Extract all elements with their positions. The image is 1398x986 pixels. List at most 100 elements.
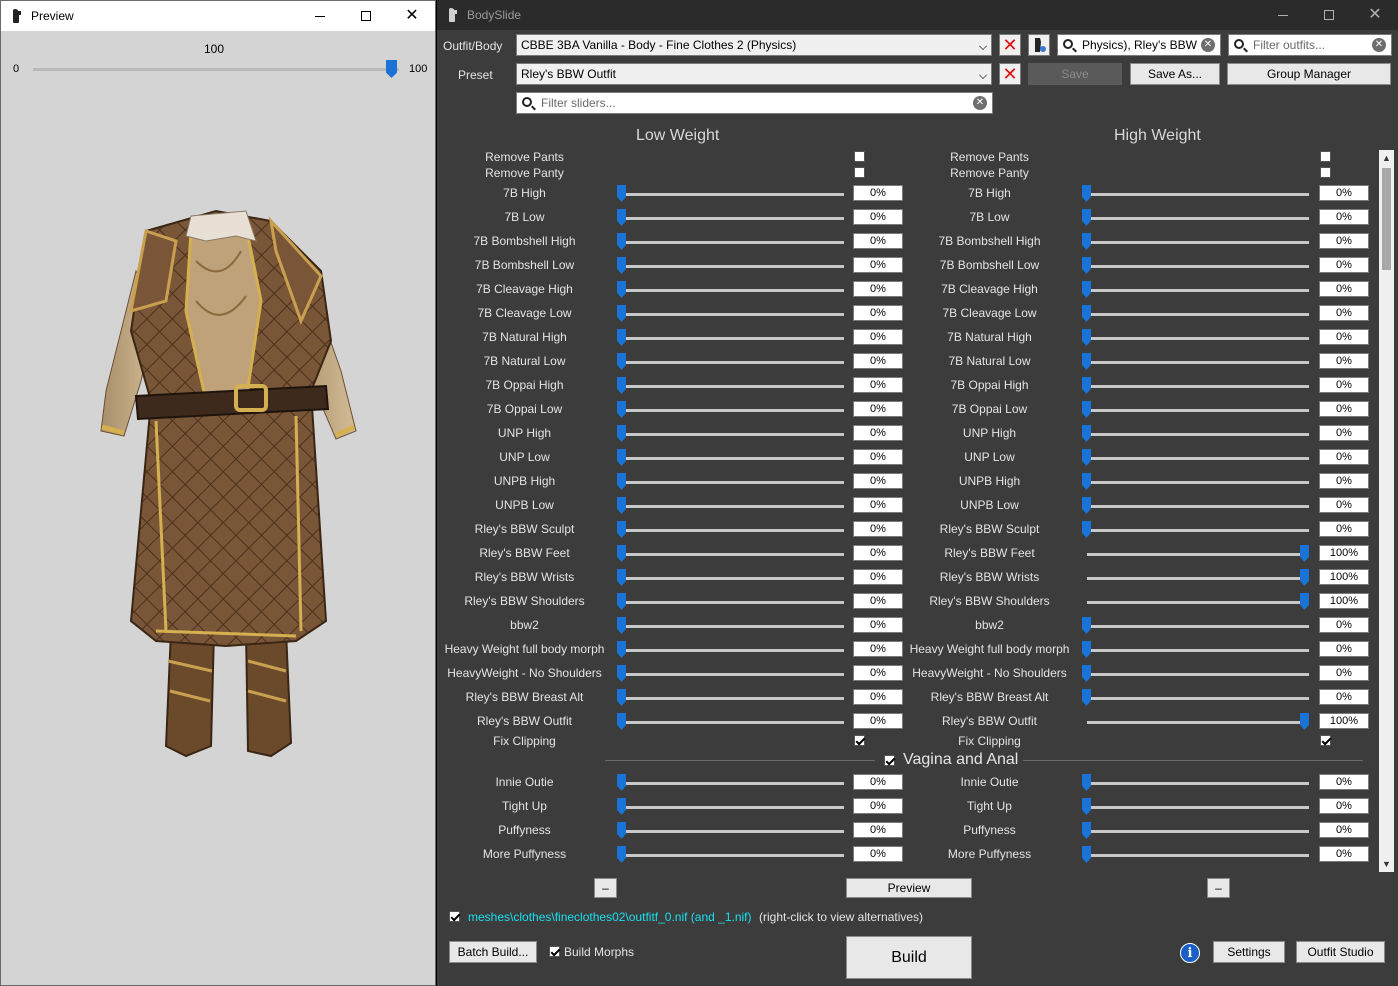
high-weight-slider-track[interactable] xyxy=(1087,782,1309,785)
high-weight-slider-track[interactable] xyxy=(1087,553,1309,556)
low-weight-slider-thumb[interactable] xyxy=(617,774,626,791)
high-weight-value[interactable]: 0% xyxy=(1319,257,1369,273)
low-weight-value[interactable]: 0% xyxy=(853,521,903,537)
high-weight-value[interactable]: 0% xyxy=(1319,425,1369,441)
high-weight-slider-track[interactable] xyxy=(1087,601,1309,604)
high-weight-slider-track[interactable] xyxy=(1087,265,1309,268)
high-weight-slider-track[interactable] xyxy=(1087,385,1309,388)
high-weight-value[interactable]: 0% xyxy=(1319,305,1369,321)
low-weight-value[interactable]: 0% xyxy=(853,665,903,681)
high-weight-slider-thumb[interactable] xyxy=(1300,713,1309,730)
high-weight-slider-thumb[interactable] xyxy=(1082,846,1091,863)
low-weight-value[interactable]: 0% xyxy=(853,822,903,838)
delete-preset-button[interactable]: ✕ xyxy=(999,63,1021,85)
low-weight-slider-thumb[interactable] xyxy=(617,473,626,490)
high-weight-value[interactable]: 0% xyxy=(1319,497,1369,513)
low-weight-slider-thumb[interactable] xyxy=(617,497,626,514)
high-weight-slider-thumb[interactable] xyxy=(1082,822,1091,839)
low-weight-slider-thumb[interactable] xyxy=(617,822,626,839)
low-weight-slider-thumb[interactable] xyxy=(617,569,626,586)
low-weight-slider-thumb[interactable] xyxy=(617,665,626,682)
close-button[interactable]: ✕ xyxy=(389,1,435,31)
output-path[interactable]: meshes\clothes\fineclothes02\outfitf_0.n… xyxy=(468,910,752,924)
high-weight-value[interactable]: 0% xyxy=(1319,281,1369,297)
low-weight-value[interactable]: 0% xyxy=(853,846,903,862)
low-weight-value[interactable]: 0% xyxy=(853,617,903,633)
low-weight-slider-thumb[interactable] xyxy=(617,329,626,346)
high-weight-slider-track[interactable] xyxy=(1087,721,1309,724)
high-weight-slider-track[interactable] xyxy=(1087,241,1309,244)
low-weight-slider-thumb[interactable] xyxy=(617,377,626,394)
slider-filter-input[interactable]: Filter sliders... ✕ xyxy=(516,92,993,114)
weight-slider-thumb[interactable] xyxy=(386,60,397,78)
high-weight-slider-thumb[interactable] xyxy=(1082,449,1091,466)
high-weight-slider-track[interactable] xyxy=(1087,649,1309,652)
high-weight-slider-thumb[interactable] xyxy=(1082,521,1091,538)
low-weight-slider-thumb[interactable] xyxy=(617,713,626,730)
high-weight-value[interactable]: 0% xyxy=(1319,641,1369,657)
low-weight-slider-thumb[interactable] xyxy=(617,593,626,610)
outfit-filter-input[interactable]: Filter outfits... ✕ xyxy=(1228,34,1392,56)
high-weight-slider-track[interactable] xyxy=(1087,625,1309,628)
low-weight-value[interactable]: 0% xyxy=(853,209,903,225)
group-vagina-anal-checkbox[interactable] xyxy=(884,755,895,766)
low-weight-slider-thumb[interactable] xyxy=(617,689,626,706)
high-weight-value[interactable]: 100% xyxy=(1319,569,1369,585)
minimize-button[interactable] xyxy=(297,1,343,31)
collapse-high-button[interactable]: – xyxy=(1207,878,1230,898)
low-weight-slider-thumb[interactable] xyxy=(617,353,626,370)
high-weight-value[interactable]: 0% xyxy=(1319,185,1369,201)
high-weight-slider-track[interactable] xyxy=(1087,337,1309,340)
low-weight-value[interactable]: 0% xyxy=(853,281,903,297)
high-weight-value[interactable]: 0% xyxy=(1319,521,1369,537)
maximize-button[interactable] xyxy=(1306,0,1352,30)
low-weight-slider-track[interactable] xyxy=(622,193,844,196)
high-weight-value[interactable]: 0% xyxy=(1319,617,1369,633)
delete-outfit-button[interactable]: ✕ xyxy=(999,34,1021,56)
low-weight-value[interactable]: 0% xyxy=(853,641,903,657)
save-as-button[interactable]: Save As... xyxy=(1130,63,1220,85)
high-weight-slider-thumb[interactable] xyxy=(1082,774,1091,791)
high-weight-value[interactable]: 0% xyxy=(1319,209,1369,225)
low-weight-slider-thumb[interactable] xyxy=(617,233,626,250)
high-weight-value[interactable]: 0% xyxy=(1319,774,1369,790)
low-weight-value[interactable]: 0% xyxy=(853,798,903,814)
high-weight-slider-track[interactable] xyxy=(1087,457,1309,460)
low-weight-value[interactable]: 0% xyxy=(853,185,903,201)
high-weight-slider-track[interactable] xyxy=(1087,193,1309,196)
high-weight-slider-thumb[interactable] xyxy=(1082,209,1091,226)
high-weight-slider-thumb[interactable] xyxy=(1082,473,1091,490)
low-weight-slider-track[interactable] xyxy=(622,553,844,556)
high-weight-slider-track[interactable] xyxy=(1087,481,1309,484)
choose-group-button[interactable] xyxy=(1028,34,1050,56)
high-weight-slider-thumb[interactable] xyxy=(1082,798,1091,815)
low-weight-slider-track[interactable] xyxy=(622,625,844,628)
outfit-studio-button[interactable]: Outfit Studio xyxy=(1296,941,1385,963)
low-weight-slider-track[interactable] xyxy=(622,649,844,652)
high-weight-slider-track[interactable] xyxy=(1087,433,1309,436)
low-weight-slider-track[interactable] xyxy=(622,673,844,676)
low-weight-slider-thumb[interactable] xyxy=(617,425,626,442)
low-weight-value[interactable]: 0% xyxy=(853,593,903,609)
high-weight-slider-track[interactable] xyxy=(1087,361,1309,364)
scroll-up-icon[interactable]: ▲ xyxy=(1379,150,1394,166)
low-weight-slider-thumb[interactable] xyxy=(617,281,626,298)
build-button[interactable]: Build xyxy=(846,936,972,979)
high-weight-slider-track[interactable] xyxy=(1087,854,1309,857)
low-weight-slider-track[interactable] xyxy=(622,529,844,532)
low-weight-value[interactable]: 0% xyxy=(853,449,903,465)
low-weight-slider-track[interactable] xyxy=(622,721,844,724)
high-weight-slider-thumb[interactable] xyxy=(1082,281,1091,298)
high-weight-slider-thumb[interactable] xyxy=(1082,425,1091,442)
high-weight-value[interactable]: 100% xyxy=(1319,593,1369,609)
high-weight-value[interactable]: 0% xyxy=(1319,353,1369,369)
high-weight-slider-thumb[interactable] xyxy=(1300,545,1309,562)
scrollbar-thumb[interactable] xyxy=(1382,168,1391,270)
high-weight-slider-thumb[interactable] xyxy=(1082,377,1091,394)
batch-build-button[interactable]: Batch Build... xyxy=(449,941,537,963)
low-weight-checkbox[interactable] xyxy=(854,735,865,746)
low-weight-slider-track[interactable] xyxy=(622,806,844,809)
high-weight-slider-track[interactable] xyxy=(1087,505,1309,508)
low-weight-value[interactable]: 0% xyxy=(853,257,903,273)
high-weight-slider-thumb[interactable] xyxy=(1082,497,1091,514)
